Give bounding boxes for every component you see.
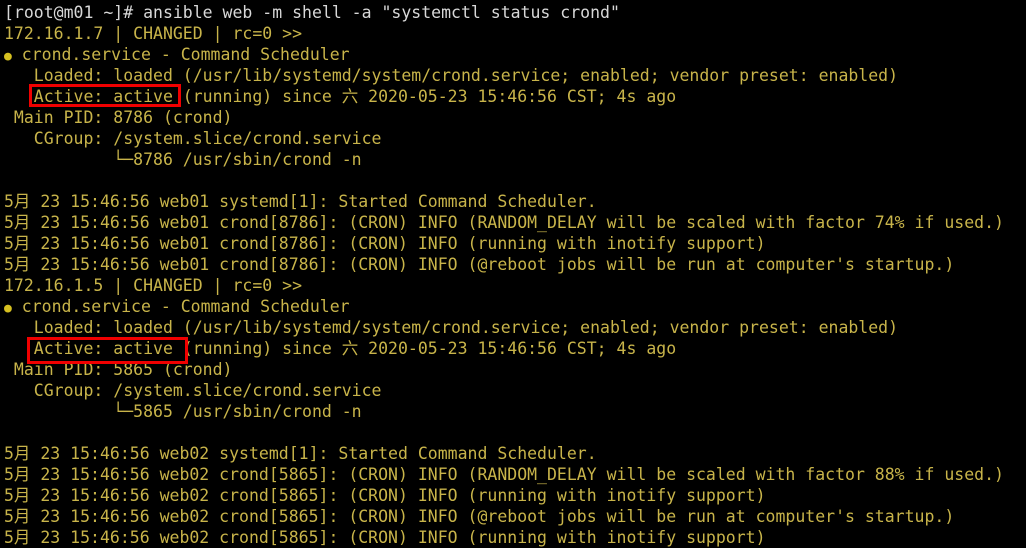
terminal-line-host2-status: 172.16.1.5 | CHANGED | rc=0 >> bbox=[4, 276, 303, 295]
terminal-line-host2-cgroup: CGroup: /system.slice/crond.service bbox=[4, 381, 382, 400]
terminal-line-host1-log-1: 5月 23 15:46:56 web01 systemd[1]: Started… bbox=[4, 192, 597, 211]
terminal-line-host2-unit: ● crond.service - Command Scheduler bbox=[4, 296, 1026, 317]
terminal-line-blank-2 bbox=[4, 422, 1026, 443]
terminal-line-host2-loaded: Loaded: loaded (/usr/lib/systemd/system/… bbox=[4, 318, 899, 337]
terminal-output-area[interactable]: [root@m01 ~]# ansible web -m shell -a "s… bbox=[4, 2, 1026, 547]
terminal-line-host2-log-2: 5月 23 15:46:56 web02 crond[5865]: (CRON)… bbox=[4, 465, 1004, 484]
terminal-line-host1-cgroup-process: └─8786 /usr/sbin/crond -n bbox=[4, 150, 362, 169]
terminal-line-host2-log-4: 5月 23 15:46:56 web02 crond[5865]: (CRON)… bbox=[4, 507, 955, 526]
unit-status-bullet-icon: ● bbox=[4, 301, 12, 316]
terminal-line-host1-log-3: 5月 23 15:46:56 web01 crond[8786]: (CRON)… bbox=[4, 234, 766, 253]
terminal-line-host2-log-5-clipped: 5月 23 15:46:56 web02 crond[5865]: (CRON)… bbox=[4, 528, 766, 547]
terminal-window[interactable]: [root@m01 ~]# ansible web -m shell -a "s… bbox=[0, 0, 1026, 547]
terminal-line-host2-active: Active: active (running) since 六 2020-05… bbox=[4, 339, 677, 358]
terminal-line-host2-mainpid: Main PID: 5865 (crond) bbox=[4, 360, 233, 379]
terminal-line-host1-loaded: Loaded: loaded (/usr/lib/systemd/system/… bbox=[4, 66, 899, 85]
terminal-line-host1-mainpid: Main PID: 8786 (crond) bbox=[4, 108, 233, 127]
terminal-line-host1-status: 172.16.1.7 | CHANGED | rc=0 >> bbox=[4, 24, 303, 43]
unit-title-text: crond.service - Command Scheduler bbox=[11, 297, 350, 316]
terminal-line-host2-log-3: 5月 23 15:46:56 web02 crond[5865]: (CRON)… bbox=[4, 486, 766, 505]
terminal-line-host1-cgroup: CGroup: /system.slice/crond.service bbox=[4, 129, 382, 148]
terminal-line-host2-cgroup-process: └─5865 /usr/sbin/crond -n bbox=[4, 402, 362, 421]
terminal-line-host2-log-1: 5月 23 15:46:56 web02 systemd[1]: Started… bbox=[4, 444, 597, 463]
terminal-line-host1-log-2: 5月 23 15:46:56 web01 crond[8786]: (CRON)… bbox=[4, 213, 1004, 232]
terminal-line-host1-log-4: 5月 23 15:46:56 web01 crond[8786]: (CRON)… bbox=[4, 255, 955, 274]
terminal-line-blank-1 bbox=[4, 170, 1026, 191]
terminal-line-host1-active: Active: active (running) since 六 2020-05… bbox=[4, 87, 677, 106]
terminal-line-host1-unit: ● crond.service - Command Scheduler bbox=[4, 44, 1026, 65]
unit-title-text: crond.service - Command Scheduler bbox=[11, 45, 350, 64]
unit-status-bullet-icon: ● bbox=[4, 49, 12, 64]
terminal-line-prompt: [root@m01 ~]# ansible web -m shell -a "s… bbox=[4, 3, 620, 22]
